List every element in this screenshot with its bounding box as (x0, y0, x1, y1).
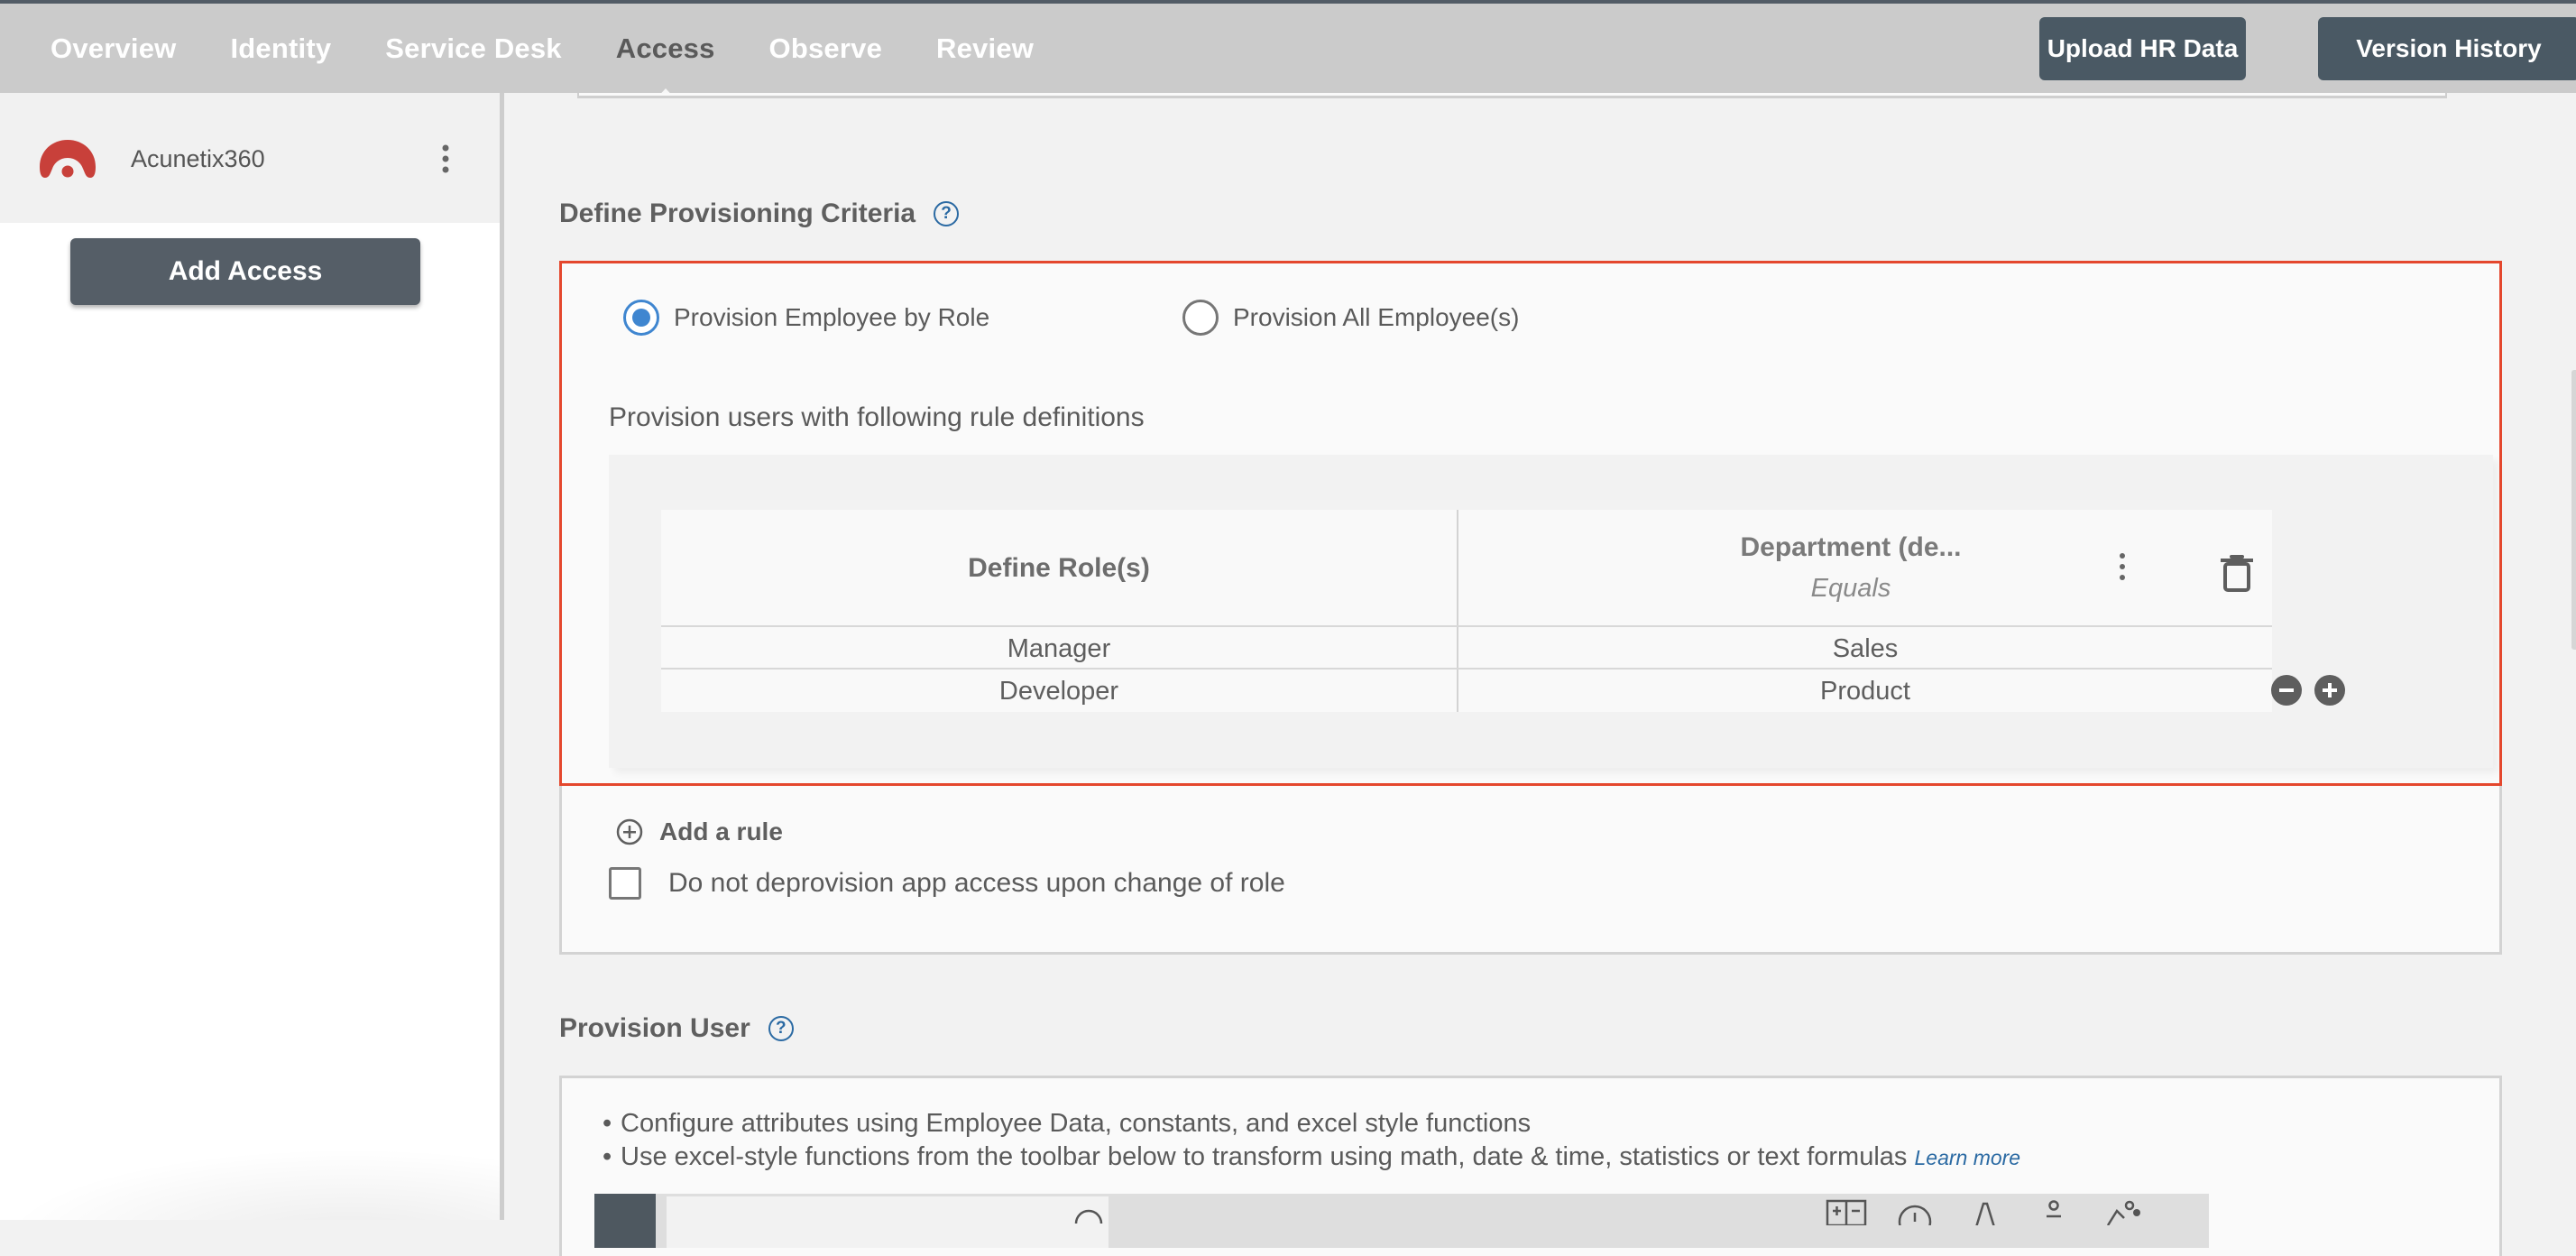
add-rule-label: Add a rule (659, 817, 783, 845)
version-history-button[interactable]: Version History (2318, 17, 2576, 80)
rule-caption: Provision users with following rule defi… (609, 402, 1145, 432)
instruction-text: Configure attributes using Employee Data… (621, 1109, 1532, 1138)
sidebar-fade (0, 1148, 500, 1220)
tab-access[interactable]: Access (616, 32, 715, 65)
remove-row-button[interactable] (2271, 675, 2302, 706)
radio-label: Provision Employee by Role (674, 303, 990, 331)
instructions-list: Configure attributes using Employee Data… (603, 1107, 2020, 1175)
column-operator: Equals (1810, 574, 1891, 603)
radio-unchecked-indicator (1182, 300, 1219, 336)
radio-provision-all[interactable]: Provision All Employee(s) (1182, 300, 1519, 336)
minus-icon (2279, 688, 2294, 692)
plus-icon (2323, 683, 2337, 697)
table-cell-department[interactable]: Product (1458, 670, 2272, 712)
no-deprovision-label: Do not deprovision app access upon chang… (668, 868, 1285, 898)
define-provisioning-criteria-heading: Define Provisioning Criteria ? (559, 199, 960, 229)
radio-checked-indicator (623, 300, 659, 336)
vertical-scrollbar[interactable] (2571, 370, 2576, 650)
help-icon[interactable]: ? (934, 201, 960, 226)
statistics-icon[interactable] (2032, 1198, 2075, 1225)
sidebar-app-item[interactable]: Acunetix360 (0, 93, 500, 223)
math-functions-icon[interactable] (1825, 1198, 1868, 1225)
main-content: Define Provisioning Criteria ? Provision… (504, 93, 2576, 1256)
add-rule-button[interactable]: Add a rule (616, 817, 783, 846)
tab-review[interactable]: Review (936, 32, 1034, 65)
tab-service-desk[interactable]: Service Desk (385, 32, 561, 65)
delete-rule-trash-icon[interactable] (2219, 554, 2255, 592)
section-title-text: Define Provisioning Criteria (559, 199, 916, 228)
column-header-text: Define Role(s) (968, 552, 1150, 583)
table-cell-department[interactable]: Sales (1458, 628, 2272, 670)
column-header-text: Department (de... (1740, 532, 1962, 562)
criteria-card: Provision Employee by Role Provision All… (559, 261, 2502, 955)
column-kebab-menu-icon[interactable] (2116, 552, 2129, 581)
add-row-button[interactable] (2314, 675, 2345, 706)
provision-user-heading: Provision User ? (559, 1013, 794, 1044)
search-icon (1074, 1209, 1103, 1224)
kebab-menu-icon[interactable] (437, 143, 455, 175)
main-tabs: Overview Identity Service Desk Access Ob… (51, 4, 1088, 93)
learn-more-link[interactable]: Learn more (1914, 1146, 2020, 1169)
row-divider (661, 668, 2272, 670)
radio-label: Provision All Employee(s) (1233, 303, 1520, 331)
tab-observe[interactable]: Observe (769, 32, 882, 65)
help-icon[interactable]: ? (768, 1016, 794, 1041)
function-search-input[interactable] (667, 1196, 1109, 1248)
toolbar-toggle-button[interactable] (594, 1194, 656, 1248)
text-functions-icon[interactable] (1964, 1198, 2007, 1225)
upload-hr-data-button[interactable]: Upload HR Data (2039, 17, 2246, 80)
no-deprovision-checkbox[interactable] (609, 867, 641, 900)
table-cell-role[interactable]: Manager (661, 628, 1457, 670)
instruction-item: Configure attributes using Employee Data… (603, 1107, 2020, 1141)
table-cell-role[interactable]: Developer (661, 670, 1457, 712)
section-title-text: Provision User (559, 1013, 750, 1043)
radio-provision-by-role[interactable]: Provision Employee by Role (623, 300, 989, 336)
sidebar: Acunetix360 Add Access (0, 93, 500, 1220)
instruction-text: Use excel-style functions from the toolb… (621, 1142, 1908, 1171)
date-time-icon[interactable] (1893, 1198, 1937, 1225)
rule-table: Define Role(s) Department (de... Equals … (661, 510, 2272, 712)
no-deprovision-option: Do not deprovision app access upon chang… (609, 867, 1285, 900)
function-toolbar (594, 1194, 2209, 1248)
add-access-button[interactable]: Add Access (70, 238, 420, 305)
app-name: Acunetix360 (131, 145, 265, 172)
row-divider (661, 625, 2272, 627)
previous-card-edge (577, 93, 2447, 98)
top-navigation: Overview Identity Service Desk Access Ob… (0, 4, 2576, 93)
instruction-item: Use excel-style functions from the toolb… (603, 1141, 2020, 1175)
rule-panel: Define Role(s) Department (de... Equals … (609, 455, 2493, 768)
column-header-role: Define Role(s) (661, 510, 1457, 626)
add-circle-icon (616, 818, 643, 845)
tab-overview[interactable]: Overview (51, 32, 176, 65)
provision-user-card: Configure attributes using Employee Data… (559, 1076, 2502, 1256)
advanced-functions-icon[interactable] (2101, 1198, 2144, 1225)
tab-identity[interactable]: Identity (230, 32, 331, 65)
acunetix-logo-icon (40, 140, 96, 181)
